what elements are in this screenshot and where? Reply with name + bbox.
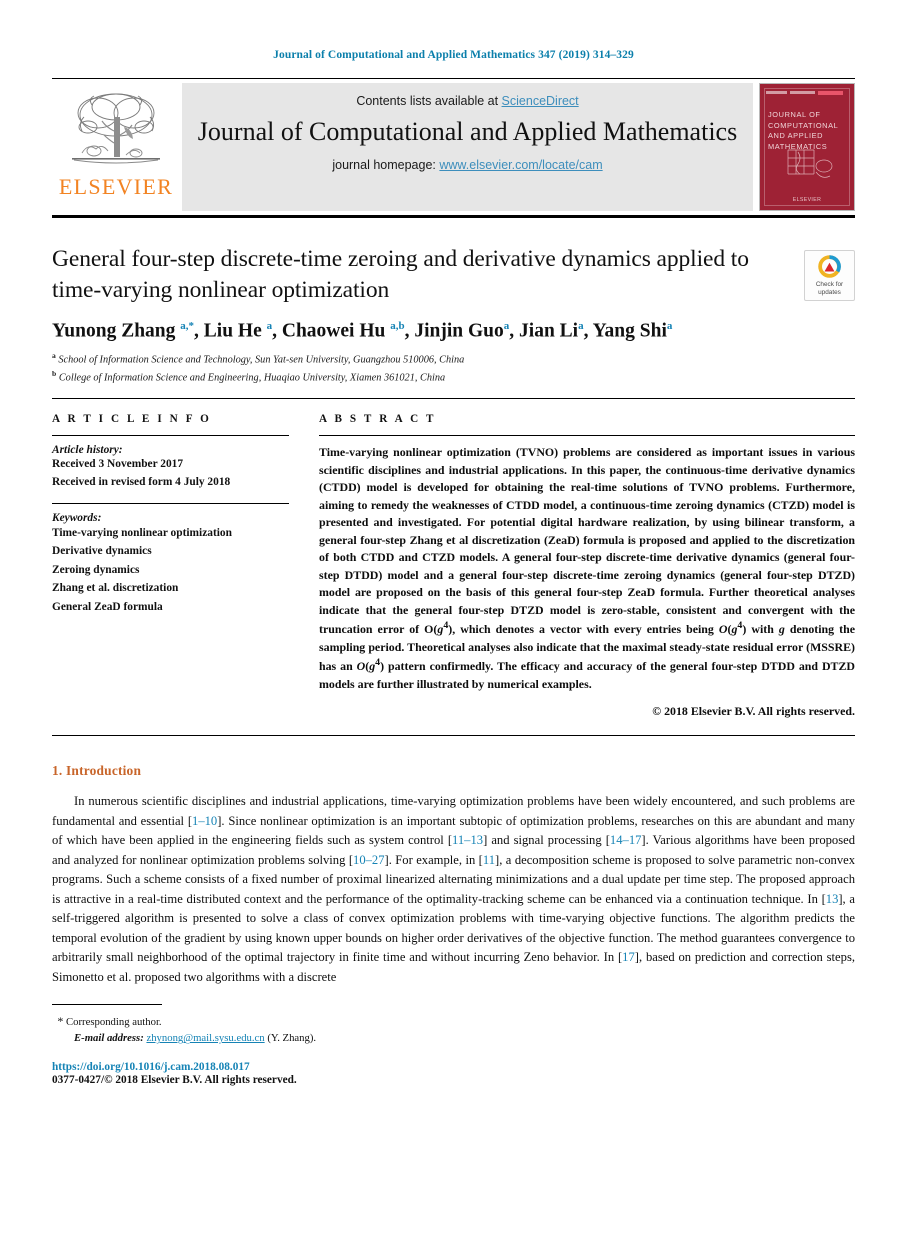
introduction-paragraph: In numerous scientific disciplines and i…	[52, 794, 856, 984]
article-history-received: Received 3 November 2017	[52, 458, 184, 471]
abstract-column: A B S T R A C T Time-varying nonlinear o…	[305, 413, 855, 719]
abstract-rule-top	[319, 435, 855, 437]
affiliation-a: a School of Information Science and Tech…	[52, 350, 855, 368]
keyword-item: General ZeaD formula	[52, 600, 163, 613]
contents-prefix: Contents lists available at	[356, 94, 502, 108]
crossmark-line-2: updates	[818, 289, 841, 296]
page-title: General four-step discrete-time zeroing …	[52, 246, 749, 303]
homepage-prefix: journal homepage:	[332, 158, 440, 173]
corresponding-author-marker: *	[57, 1014, 64, 1029]
journal-homepage-line: journal homepage: www.elsevier.com/locat…	[192, 158, 743, 172]
elsevier-logo: ELSEVIER	[52, 83, 180, 211]
crossmark-icon	[818, 255, 841, 278]
email-line: E-mail address: zhynong@mail.sysu.edu.cn…	[52, 1030, 855, 1046]
abstract-text: Time-varying nonlinear optimization (TVN…	[319, 445, 855, 691]
crossmark-label: Check for updates	[816, 281, 843, 297]
keyword-item: Zeroing dynamics	[52, 563, 140, 576]
crossmark-badge[interactable]: Check for updates	[804, 250, 855, 301]
keyword-item: Zhang et al. discretization	[52, 582, 179, 595]
footnote-block: * Corresponding author. E-mail address: …	[52, 1012, 855, 1046]
title-block: General four-step discrete-time zeroing …	[52, 244, 855, 305]
affiliation-text-b: College of Information Science and Engin…	[58, 372, 446, 384]
journal-homepage-link[interactable]: www.elsevier.com/locate/cam	[439, 158, 602, 172]
contents-available-line: Contents lists available at ScienceDirec…	[192, 94, 743, 108]
corresponding-author-text: Corresponding author.	[66, 1016, 162, 1029]
article-info-rule-top	[52, 435, 289, 437]
cover-footer: ELSEVIER	[792, 197, 822, 203]
abstract-heading: A B S T R A C T	[319, 413, 437, 426]
cover-figure-icon	[787, 149, 833, 178]
article-info-column: A R T I C L E I N F O Article history: R…	[52, 413, 305, 719]
keyword-item: Time-varying nonlinear optimization	[52, 526, 232, 539]
masthead-center: Contents lists available at ScienceDirec…	[182, 83, 753, 211]
doi-link[interactable]: https://doi.org/10.1016/j.cam.2018.08.01…	[52, 1061, 855, 1073]
paper-page: Journal of Computational and Applied Mat…	[0, 0, 907, 1238]
title-bottom-rule	[52, 398, 855, 400]
article-info-heading: A R T I C L E I N F O	[52, 413, 212, 426]
sciencedirect-link[interactable]: ScienceDirect	[502, 94, 579, 108]
section-title: Introduction	[66, 763, 142, 779]
running-head: Journal of Computational and Applied Mat…	[273, 49, 634, 61]
elsevier-wordmark: ELSEVIER	[58, 174, 174, 199]
email-suffix: (Y. Zhang).	[267, 1032, 317, 1045]
journal-cover-thumbnail: JOURNAL OF COMPUTATIONAL AND APPLIED MAT…	[759, 83, 855, 211]
keywords-label: Keywords:	[52, 511, 102, 524]
email-label: E-mail address:	[74, 1032, 144, 1045]
info-abstract-columns: A R T I C L E I N F O Article history: R…	[52, 413, 855, 719]
email-link[interactable]: zhynong@mail.sysu.edu.cn	[146, 1032, 264, 1044]
author-list: Yunong Zhang a,*, Liu He a, Chaowei Hu a…	[52, 320, 673, 342]
affiliation-mark-b: b	[52, 368, 57, 378]
article-history-revised: Received in revised form 4 July 2018	[52, 475, 231, 488]
corresponding-author-line: * Corresponding author.	[52, 1012, 855, 1030]
affiliation-list: a School of Information Science and Tech…	[52, 350, 855, 387]
abstract-copyright: © 2018 Elsevier B.V. All rights reserved…	[652, 704, 855, 719]
crossmark-line-1: Check for	[815, 281, 844, 288]
masthead-bottom-rule	[52, 215, 855, 218]
keyword-item: Derivative dynamics	[52, 545, 152, 558]
issn-copyright-line: 0377-0427/© 2018 Elsevier B.V. All right…	[52, 1074, 297, 1087]
affiliation-b: b College of Information Science and Eng…	[52, 368, 855, 386]
abstract-bottom-rule	[52, 735, 855, 737]
elsevier-tree-icon	[72, 93, 160, 164]
cover-top-bar	[766, 89, 848, 96]
journal-title: Journal of Computational and Applied Mat…	[197, 117, 738, 146]
section-number: 1.	[52, 763, 63, 779]
affiliation-mark-a: a	[52, 350, 56, 360]
footnote-rule	[52, 1004, 162, 1006]
affiliation-text-a: School of Information Science and Techno…	[58, 354, 465, 366]
article-history-label: Article history:	[52, 444, 123, 457]
section-heading-introduction: 1. Introduction	[52, 763, 855, 779]
article-info-rule-mid	[52, 502, 289, 504]
journal-masthead: ELSEVIER Contents lists available at Sci…	[52, 78, 855, 211]
